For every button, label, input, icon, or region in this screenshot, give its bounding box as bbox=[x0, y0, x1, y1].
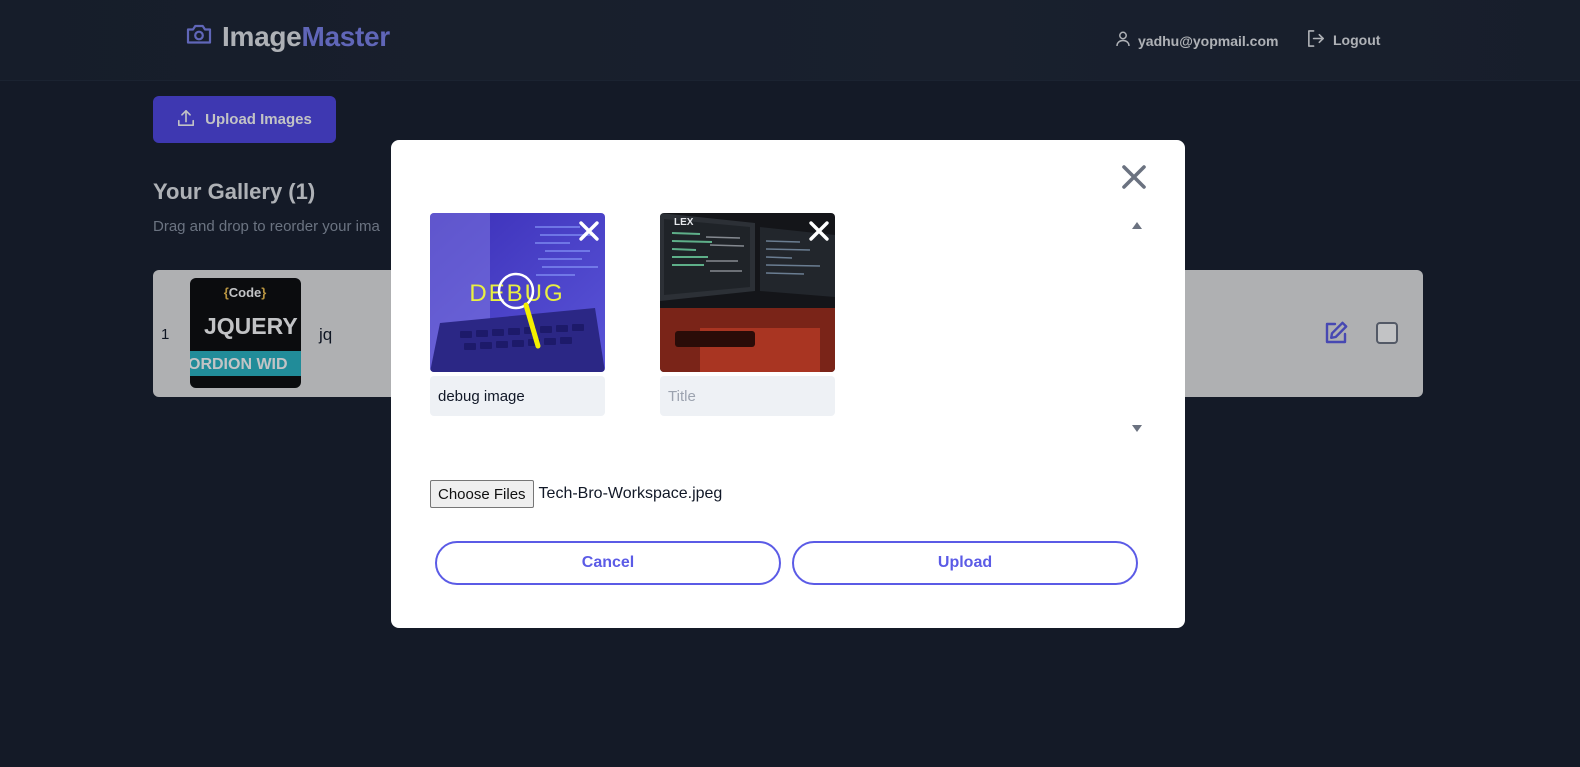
scroll-up-arrow[interactable] bbox=[1132, 222, 1142, 229]
remove-image-icon[interactable] bbox=[578, 220, 600, 242]
image-preview-list: DEBUG debug image LEX Title bbox=[430, 213, 1146, 438]
image-title-input[interactable] bbox=[430, 376, 605, 416]
upload-button[interactable]: Upload bbox=[792, 541, 1138, 585]
image-title-input[interactable] bbox=[660, 376, 835, 416]
preview-overlay-text: DEBUG bbox=[469, 280, 564, 307]
choose-files-button[interactable]: Choose Files bbox=[430, 480, 534, 508]
cancel-button[interactable]: Cancel bbox=[435, 541, 781, 585]
preview-overlay-text: LEX bbox=[674, 217, 694, 228]
close-icon[interactable] bbox=[1121, 164, 1147, 190]
image-preview-card: DEBUG bbox=[430, 213, 605, 416]
file-input: Choose Files Tech-Bro-Workspace.jpeg bbox=[430, 480, 722, 508]
selected-file-name: Tech-Bro-Workspace.jpeg bbox=[538, 485, 723, 502]
upload-modal: DEBUG debug image LEX Title Choose Files… bbox=[391, 140, 1185, 628]
image-preview-card: LEX bbox=[660, 213, 835, 416]
remove-image-icon[interactable] bbox=[808, 220, 830, 242]
scroll-down-arrow[interactable] bbox=[1132, 425, 1142, 432]
preview-image-workspace: LEX bbox=[660, 213, 835, 372]
preview-image-debug: DEBUG bbox=[430, 213, 605, 372]
